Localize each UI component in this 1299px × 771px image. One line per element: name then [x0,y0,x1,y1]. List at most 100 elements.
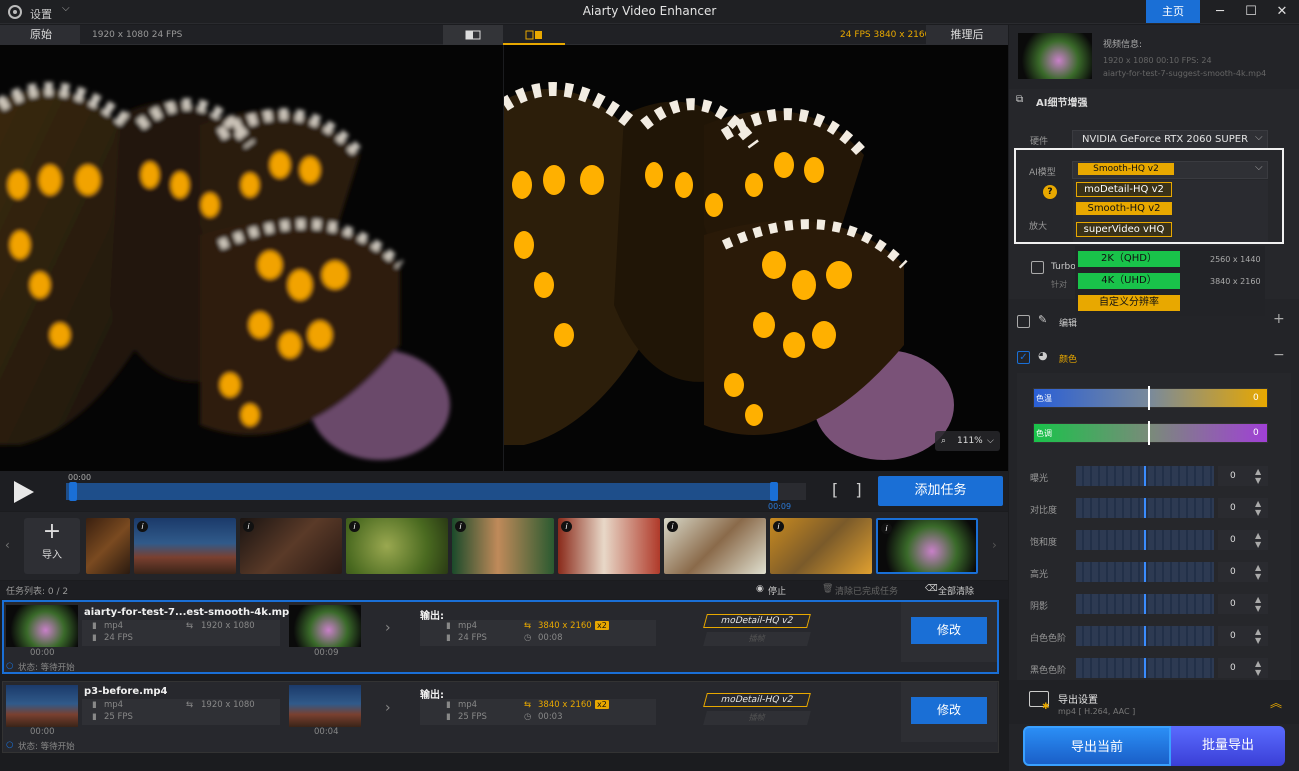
edit-checkbox[interactable] [1017,315,1030,328]
home-button[interactable]: 主页 [1146,0,1200,23]
media-thumb[interactable]: i [770,518,872,574]
res-option[interactable]: 4K（UHD） [1078,273,1180,289]
slider-handle[interactable] [1148,421,1150,445]
task-end-time: 00:04 [314,727,339,737]
slider-handle[interactable] [1144,562,1146,582]
stop-button[interactable]: 停止 [768,584,786,597]
slider-handle[interactable] [1144,530,1146,550]
clear-completed-button[interactable]: 清除已完成任务 [835,584,898,597]
media-thumb[interactable]: i [134,518,236,574]
slider-handle[interactable] [1144,466,1146,486]
tint-value: 0 [1253,428,1259,438]
collapse-minus-icon[interactable]: − [1273,347,1285,363]
slider-handle[interactable] [1144,498,1146,518]
chevron-left-icon[interactable]: ‹ [5,538,10,552]
info-icon[interactable]: i [561,521,572,532]
model-label: AI模型 [1029,168,1056,178]
media-thumb[interactable]: i [452,518,554,574]
stepper-icon[interactable]: ▲ ▼ [1255,595,1261,613]
help-icon[interactable]: ? [1043,185,1057,199]
media-thumb[interactable]: i [240,518,342,574]
media-thumb[interactable] [86,518,130,574]
edit-button[interactable]: 修改 [911,697,987,724]
split-view-button[interactable] [443,25,503,45]
model-tag[interactable]: moDetail-HQ v2 [703,693,811,707]
gear-icon[interactable] [8,5,22,19]
interp-tag[interactable]: 插帧 [703,632,811,646]
stepper-icon[interactable]: ▲ ▼ [1255,531,1261,549]
trim-brackets-icon[interactable]: [ ] [832,480,868,499]
media-thumb-selected[interactable]: i [876,518,978,574]
trim-end-handle[interactable] [770,482,778,501]
info-icon[interactable]: i [773,521,784,532]
color-checkbox[interactable]: ✓ [1017,351,1030,364]
media-thumb[interactable]: i [346,518,448,574]
tint-slider[interactable] [1033,423,1268,443]
add-task-button[interactable]: 添加任务 [878,476,1003,506]
play-icon[interactable] [14,481,34,503]
stepper-icon[interactable]: ▲ ▼ [1255,659,1261,677]
stepper-icon[interactable]: ▲ ▼ [1255,563,1261,581]
maximize-icon[interactable]: ☐ [1241,2,1261,22]
chevron-down-icon[interactable]: ⌵ [62,3,70,14]
tasklist-count: 任务列表: 0 / 2 [6,587,69,597]
stepper-icon[interactable]: ▲ ▼ [1255,627,1261,645]
chevron-right-icon[interactable]: › [992,538,997,552]
res-option[interactable]: 2K（QHD） [1078,251,1180,267]
import-button[interactable]: + 导入 [24,518,80,574]
tab-original[interactable]: 原始 [0,25,80,45]
export-settings-bar[interactable] [1009,680,1299,724]
temperature-slider[interactable] [1033,388,1268,408]
minimize-icon[interactable]: ─ [1210,2,1230,22]
expand-plus-icon[interactable]: + [1273,311,1285,327]
double-chevron-up-icon[interactable]: ︽ [1270,694,1282,711]
stop-icon[interactable]: ◉ [756,584,764,594]
info-icon[interactable]: i [455,521,466,532]
zoom-control[interactable]: ⌕ 111% ⌵ [935,431,1000,451]
res-option-custom[interactable]: 自定义分辨率 [1078,295,1180,311]
model-tag[interactable]: moDetail-HQ v2 [703,614,811,628]
task-status: 状态: 等待开始 [18,663,75,673]
info-icon[interactable]: i [667,521,678,532]
media-thumb[interactable]: i [558,518,660,574]
output-resolution: 3840 x 2160 [538,621,592,631]
task-start-time: 00:00 [30,727,55,737]
tab-after[interactable]: 推理后 [926,25,1008,45]
task-format: mp4 [104,621,124,631]
format-icon: ▮ [92,700,97,710]
slider-handle[interactable] [1144,594,1146,614]
magnifier-icon: ⌕ [941,436,947,446]
ai-section-title: AI细节增强 [1036,98,1088,109]
batch-export-button[interactable]: 批量导出 [1171,726,1285,766]
edit-button[interactable]: 修改 [911,617,987,644]
info-icon[interactable]: i [243,521,254,532]
info-icon[interactable]: i [349,521,360,532]
adjust-label: 曝光 [1030,474,1049,484]
adjust-label: 黑色色阶 [1030,666,1067,676]
side-by-side-view-button[interactable] [503,25,565,45]
slider-handle[interactable] [1148,386,1150,410]
fps-icon: ▮ [92,712,97,722]
interp-tag[interactable]: 插帧 [703,711,811,725]
export-current-button[interactable]: 导出当前 [1023,726,1171,766]
turbo-checkbox[interactable] [1031,261,1044,274]
slider-handle[interactable] [1144,626,1146,646]
model-option[interactable]: superVideo vHQ [1076,222,1172,237]
enhanced-preview [504,45,1008,471]
trim-start-handle[interactable] [69,482,77,501]
timeline-range [66,483,774,500]
info-icon[interactable]: i [137,521,148,532]
chevron-down-icon: ⌵ [1255,162,1263,173]
settings-label[interactable]: 设置 [30,6,52,22]
output-duration: 00:03 [538,712,563,722]
close-icon[interactable]: ✕ [1272,2,1292,22]
clear-all-button[interactable]: 全部清除 [938,584,974,597]
media-thumb[interactable]: i [664,518,766,574]
stepper-icon[interactable]: ▲ ▼ [1255,499,1261,517]
slider-handle[interactable] [1144,658,1146,678]
res-option-size: 3840 x 2160 [1210,277,1261,286]
model-option-selected[interactable]: Smooth-HQ v2 [1076,202,1172,215]
model-option[interactable]: moDetail-HQ v2 [1076,182,1172,197]
stepper-icon[interactable]: ▲ ▼ [1255,467,1261,485]
info-icon[interactable]: i [881,523,892,534]
